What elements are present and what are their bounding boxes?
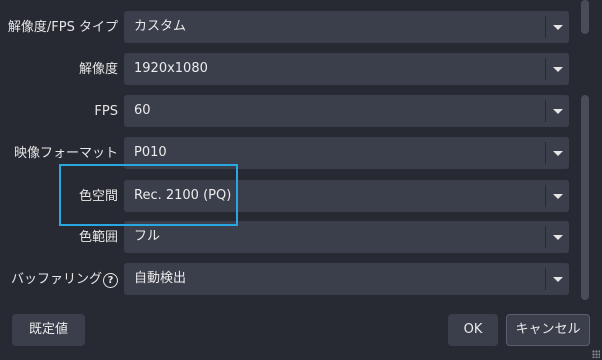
combo-separator: [545, 185, 546, 207]
buffering-select[interactable]: 自動検出: [124, 263, 569, 295]
row-color-space: 色空間 Rec. 2100 (PQ): [0, 180, 572, 214]
resolution-value: 1920x1080: [134, 61, 208, 76]
color-space-value: Rec. 2100 (PQ): [134, 188, 232, 203]
row-resolution: 解像度 1920x1080: [0, 53, 572, 87]
ok-button[interactable]: OK: [448, 314, 498, 346]
row-color-range: 色範囲 フル: [0, 221, 572, 255]
chevron-down-icon[interactable]: [553, 109, 563, 114]
label-fps: FPS: [94, 104, 118, 119]
combo-separator: [545, 268, 546, 290]
label-video-format: 映像フォーマット: [13, 146, 118, 161]
resize-grip-icon[interactable]: [592, 350, 600, 358]
device-properties-dialog: 解像度/FPS タイプ カスタム 解像度 1920x1080 FPS 60 映像…: [0, 0, 602, 360]
combo-separator: [545, 142, 546, 164]
chevron-down-icon[interactable]: [553, 25, 563, 30]
resolution-select[interactable]: 1920x1080: [124, 53, 569, 85]
color-range-value: フル: [134, 229, 161, 244]
properties-form: 解像度/FPS タイプ カスタム 解像度 1920x1080 FPS 60 映像…: [0, 0, 572, 302]
row-buffering: バッファリング ? 自動検出: [0, 263, 572, 297]
fps-select[interactable]: 60: [124, 95, 569, 127]
fps-value: 60: [134, 103, 151, 118]
scrollbar-top-segment[interactable]: [581, 0, 589, 34]
combo-separator: [545, 226, 546, 248]
label-color-space: 色空間: [78, 189, 118, 204]
defaults-button[interactable]: 既定値: [12, 314, 85, 346]
scrollbar-thumb[interactable]: [581, 95, 589, 300]
help-circle-icon[interactable]: ?: [103, 272, 118, 288]
combo-separator: [545, 58, 546, 80]
video-format-value: P010: [134, 145, 167, 160]
label-color-range: 色範囲: [78, 230, 118, 245]
vertical-scrollbar[interactable]: [578, 0, 592, 302]
label-buffering: バッファリング: [10, 272, 102, 287]
chevron-down-icon[interactable]: [553, 151, 563, 156]
combo-separator: [545, 16, 546, 38]
chevron-down-icon[interactable]: [553, 235, 563, 240]
label-resolution-fps-type: 解像度/FPS タイプ: [7, 20, 118, 35]
chevron-down-icon[interactable]: [553, 67, 563, 72]
row-video-format: 映像フォーマット P010: [0, 137, 572, 171]
color-space-select[interactable]: Rec. 2100 (PQ): [124, 180, 569, 212]
chevron-down-icon[interactable]: [553, 277, 563, 282]
cancel-button[interactable]: キャンセル: [506, 314, 590, 346]
resolution-fps-type-select[interactable]: カスタム: [124, 11, 569, 43]
label-buffering-container: バッファリング ?: [11, 263, 118, 297]
video-format-select[interactable]: P010: [124, 137, 569, 169]
combo-separator: [545, 100, 546, 122]
color-range-select[interactable]: フル: [124, 221, 569, 253]
chevron-down-icon[interactable]: [553, 194, 563, 199]
row-fps: FPS 60: [0, 95, 572, 129]
row-resolution-fps-type: 解像度/FPS タイプ カスタム: [0, 11, 572, 45]
label-resolution: 解像度: [78, 62, 118, 77]
resolution-fps-type-value: カスタム: [134, 19, 187, 34]
buffering-value: 自動検出: [134, 271, 187, 286]
